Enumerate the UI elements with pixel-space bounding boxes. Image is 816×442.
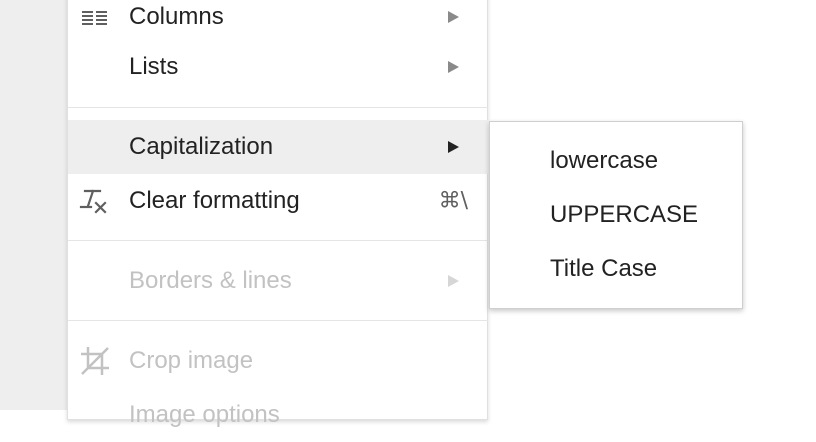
- menu-item-label: Borders & lines: [129, 267, 292, 294]
- submenu-arrow-icon: [448, 11, 459, 23]
- submenu-item-label: lowercase: [550, 147, 659, 174]
- menu-item-label: Columns: [129, 3, 224, 30]
- capitalization-submenu: lowercase UPPERCASE Title Case: [489, 121, 743, 309]
- submenu-item-title-case[interactable]: Title Case: [490, 242, 742, 296]
- menu-item-label: Capitalization: [129, 133, 274, 160]
- menu-item-clear-formatting[interactable]: Clear formatting ⌘\: [68, 174, 488, 228]
- menu-item-capitalization[interactable]: Capitalization: [68, 120, 488, 174]
- menu-item-columns[interactable]: Columns: [68, 0, 488, 44]
- submenu-item-lowercase[interactable]: lowercase: [490, 134, 742, 188]
- menu-separator: [68, 320, 488, 321]
- menu-item-label: Clear formatting: [129, 187, 300, 214]
- menu-item-lists[interactable]: Lists: [68, 40, 488, 94]
- crop-icon: [78, 344, 112, 378]
- clear-formatting-icon: [78, 184, 112, 218]
- document-background: [0, 0, 68, 410]
- format-menu: Columns Lists Capitalization Clear forma…: [67, 0, 488, 428]
- columns-icon: [78, 0, 112, 34]
- menu-separator: [68, 240, 488, 241]
- menu-separator: [68, 107, 488, 108]
- menu-item-label: Image options: [129, 401, 280, 428]
- menu-item-crop-image[interactable]: Crop image: [68, 334, 488, 388]
- menu-item-image-options[interactable]: Image options: [68, 388, 488, 442]
- menu-item-borders-and-lines[interactable]: Borders & lines: [68, 254, 488, 308]
- menu-item-label: Crop image: [129, 347, 254, 374]
- submenu-arrow-icon: [448, 61, 459, 73]
- submenu-arrow-icon: [448, 141, 459, 153]
- keyboard-shortcut: ⌘\: [438, 188, 468, 214]
- submenu-item-uppercase[interactable]: UPPERCASE: [490, 188, 742, 242]
- submenu-arrow-icon: [448, 275, 459, 287]
- submenu-item-label: Title Case: [550, 255, 658, 282]
- submenu-item-label: UPPERCASE: [550, 201, 699, 228]
- menu-item-label: Lists: [129, 53, 179, 80]
